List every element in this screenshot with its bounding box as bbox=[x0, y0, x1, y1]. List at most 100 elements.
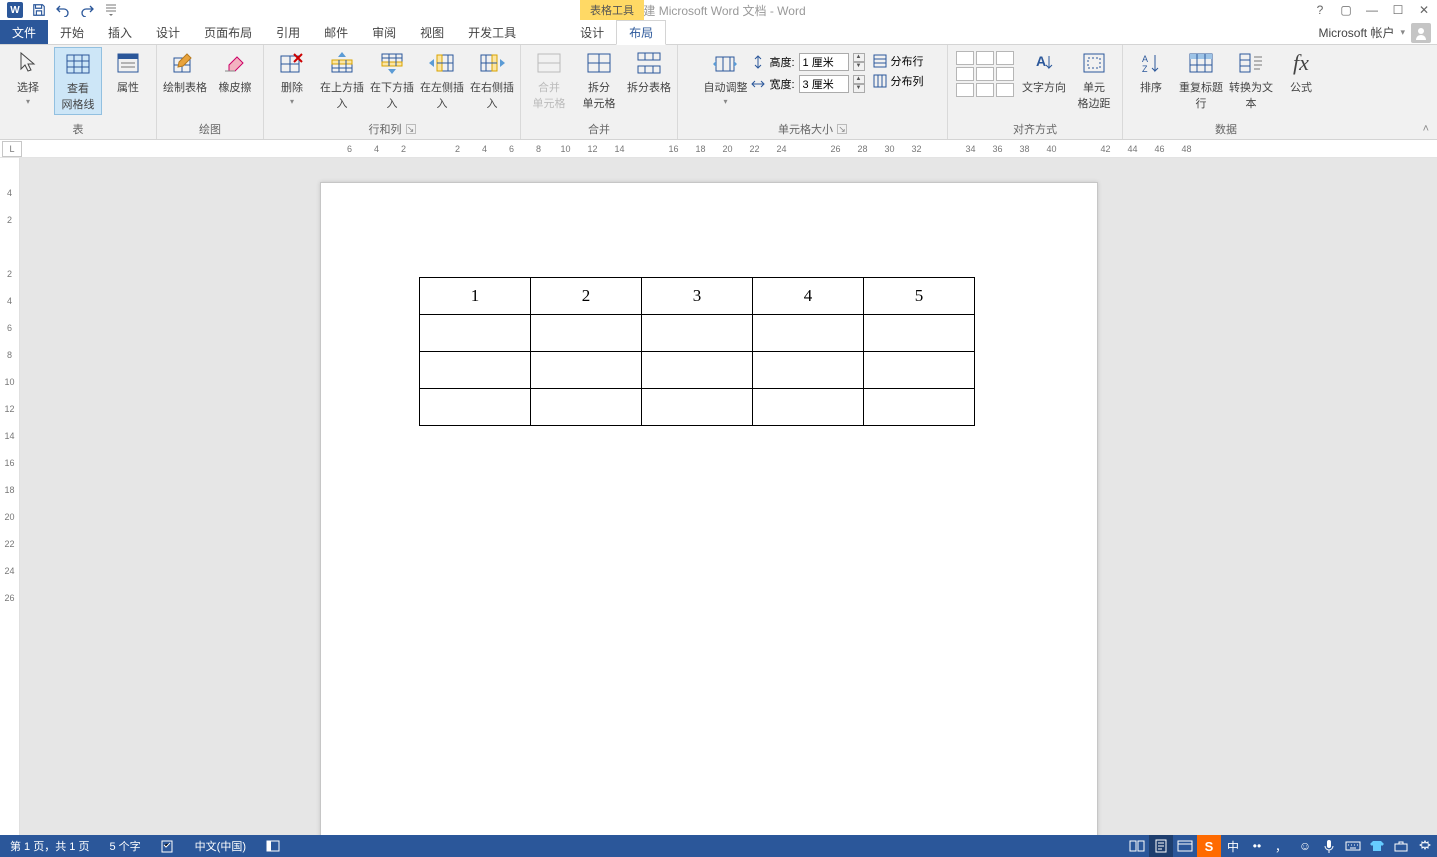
vertical-ruler[interactable]: 422468101214161820222426 bbox=[0, 158, 20, 835]
close-icon[interactable]: ✕ bbox=[1411, 0, 1437, 20]
proofing-icon[interactable] bbox=[151, 839, 185, 853]
tab-table-layout[interactable]: 布局 bbox=[616, 20, 666, 45]
align-top-center[interactable] bbox=[976, 51, 994, 65]
table-cell[interactable]: 1 bbox=[420, 278, 531, 315]
sogou-ime-icon[interactable]: S bbox=[1197, 835, 1221, 857]
table-cell[interactable] bbox=[420, 315, 531, 352]
ribbon-display-icon[interactable]: ▢ bbox=[1333, 0, 1359, 20]
draw-table-button[interactable]: 绘制表格 bbox=[161, 47, 209, 97]
collapse-ribbon-icon[interactable]: ˄ bbox=[1423, 123, 1429, 135]
table-cell[interactable] bbox=[753, 352, 864, 389]
width-input[interactable] bbox=[799, 75, 849, 93]
tab-developer[interactable]: 开发工具 bbox=[456, 20, 528, 44]
formula-button[interactable]: fx公式 bbox=[1277, 47, 1325, 97]
height-input[interactable] bbox=[799, 53, 849, 71]
convert-to-text-button[interactable]: 转换为文本 bbox=[1227, 47, 1275, 113]
width-up-icon[interactable]: ▲ bbox=[853, 75, 865, 84]
autofit-button[interactable]: 自动调整▾ bbox=[701, 47, 749, 108]
tab-insert[interactable]: 插入 bbox=[96, 20, 144, 44]
table-cell[interactable] bbox=[531, 389, 642, 426]
cell-margins-button[interactable]: 单元 格边距 bbox=[1070, 47, 1118, 113]
read-mode-icon[interactable] bbox=[1125, 835, 1149, 857]
table-cell[interactable] bbox=[864, 352, 975, 389]
document-table[interactable]: 12345 bbox=[419, 277, 975, 426]
table-cell[interactable]: 2 bbox=[531, 278, 642, 315]
insert-mode-icon[interactable] bbox=[256, 840, 290, 852]
view-gridlines-button[interactable]: 查看 网格线 bbox=[54, 47, 102, 115]
align-top-left[interactable] bbox=[956, 51, 974, 65]
split-cells-button[interactable]: 拆分 单元格 bbox=[575, 47, 623, 113]
delete-button[interactable]: 删除▾ bbox=[268, 47, 316, 108]
align-middle-center[interactable] bbox=[976, 67, 994, 81]
properties-button[interactable]: 属性 bbox=[104, 47, 152, 97]
width-down-icon[interactable]: ▼ bbox=[853, 84, 865, 93]
table-cell[interactable]: 3 bbox=[642, 278, 753, 315]
ime-emoji-icon[interactable]: ☺ bbox=[1293, 835, 1317, 857]
insert-right-button[interactable]: 在右侧插入 bbox=[468, 47, 516, 113]
table-cell[interactable]: 5 bbox=[864, 278, 975, 315]
repeat-header-button[interactable]: 重复标题行 bbox=[1177, 47, 1225, 113]
save-icon[interactable] bbox=[28, 1, 50, 19]
ime-settings-icon[interactable] bbox=[1413, 835, 1437, 857]
insert-left-button[interactable]: 在左侧插入 bbox=[418, 47, 466, 113]
language-indicator[interactable]: 中文(中国) bbox=[185, 838, 256, 854]
tab-home[interactable]: 开始 bbox=[48, 20, 96, 44]
table-cell[interactable] bbox=[642, 389, 753, 426]
table-cell[interactable] bbox=[531, 315, 642, 352]
dialog-launcher-icon[interactable]: ↘ bbox=[406, 124, 416, 134]
ime-voice-icon[interactable] bbox=[1317, 835, 1341, 857]
table-cell[interactable] bbox=[420, 352, 531, 389]
ime-skin-icon[interactable] bbox=[1365, 835, 1389, 857]
page-indicator[interactable]: 第 1 页，共 1 页 bbox=[0, 838, 99, 854]
tab-file[interactable]: 文件 bbox=[0, 20, 48, 44]
insert-below-button[interactable]: 在下方插入 bbox=[368, 47, 416, 113]
horizontal-ruler[interactable]: 6422468101214161820222426283032343638404… bbox=[336, 141, 1200, 157]
table-cell[interactable]: 4 bbox=[753, 278, 864, 315]
distribute-cols-button[interactable]: 分布列 bbox=[873, 73, 924, 89]
maximize-icon[interactable]: ☐ bbox=[1385, 0, 1411, 20]
undo-icon[interactable] bbox=[52, 1, 74, 19]
help-icon[interactable]: ? bbox=[1307, 0, 1333, 20]
tab-mailings[interactable]: 邮件 bbox=[312, 20, 360, 44]
distribute-rows-button[interactable]: 分布行 bbox=[873, 53, 924, 69]
word-count[interactable]: 5 个字 bbox=[99, 838, 150, 854]
split-table-button[interactable]: 拆分表格 bbox=[625, 47, 673, 97]
word-app-icon[interactable]: W bbox=[4, 1, 26, 19]
align-middle-left[interactable] bbox=[956, 67, 974, 81]
select-button[interactable]: 选择▾ bbox=[4, 47, 52, 108]
align-bottom-left[interactable] bbox=[956, 83, 974, 97]
align-bottom-center[interactable] bbox=[976, 83, 994, 97]
page[interactable]: 12345 bbox=[320, 182, 1098, 835]
tab-review[interactable]: 审阅 bbox=[360, 20, 408, 44]
tab-table-design[interactable]: 设计 bbox=[568, 20, 616, 44]
tab-page-layout[interactable]: 页面布局 bbox=[192, 20, 264, 44]
web-layout-icon[interactable] bbox=[1173, 835, 1197, 857]
minimize-icon[interactable]: — bbox=[1359, 0, 1385, 20]
table-cell[interactable] bbox=[420, 389, 531, 426]
tab-references[interactable]: 引用 bbox=[264, 20, 312, 44]
table-cell[interactable] bbox=[642, 315, 753, 352]
ime-punct2-icon[interactable]: ， bbox=[1269, 835, 1293, 857]
text-direction-button[interactable]: A文字方向 bbox=[1020, 47, 1068, 97]
insert-above-button[interactable]: 在上方插入 bbox=[318, 47, 366, 113]
tab-view[interactable]: 视图 bbox=[408, 20, 456, 44]
table-cell[interactable] bbox=[864, 315, 975, 352]
tab-design[interactable]: 设计 bbox=[144, 20, 192, 44]
height-down-icon[interactable]: ▼ bbox=[853, 62, 865, 71]
dialog-launcher-icon[interactable]: ↘ bbox=[837, 124, 847, 134]
table-cell[interactable] bbox=[864, 389, 975, 426]
print-layout-icon[interactable] bbox=[1149, 835, 1173, 857]
account-label[interactable]: Microsoft 帐户 bbox=[1318, 24, 1394, 41]
ime-punct-icon[interactable]: •• bbox=[1245, 835, 1269, 857]
redo-icon[interactable] bbox=[76, 1, 98, 19]
tab-selector[interactable]: L bbox=[2, 141, 22, 157]
align-bottom-right[interactable] bbox=[996, 83, 1014, 97]
ime-mode[interactable]: 中 bbox=[1221, 835, 1245, 857]
qat-customize-icon[interactable] bbox=[100, 1, 122, 19]
align-middle-right[interactable] bbox=[996, 67, 1014, 81]
ime-toolbox-icon[interactable] bbox=[1389, 835, 1413, 857]
height-up-icon[interactable]: ▲ bbox=[853, 53, 865, 62]
align-top-right[interactable] bbox=[996, 51, 1014, 65]
eraser-button[interactable]: 橡皮擦 bbox=[211, 47, 259, 97]
sort-button[interactable]: AZ排序 bbox=[1127, 47, 1175, 97]
